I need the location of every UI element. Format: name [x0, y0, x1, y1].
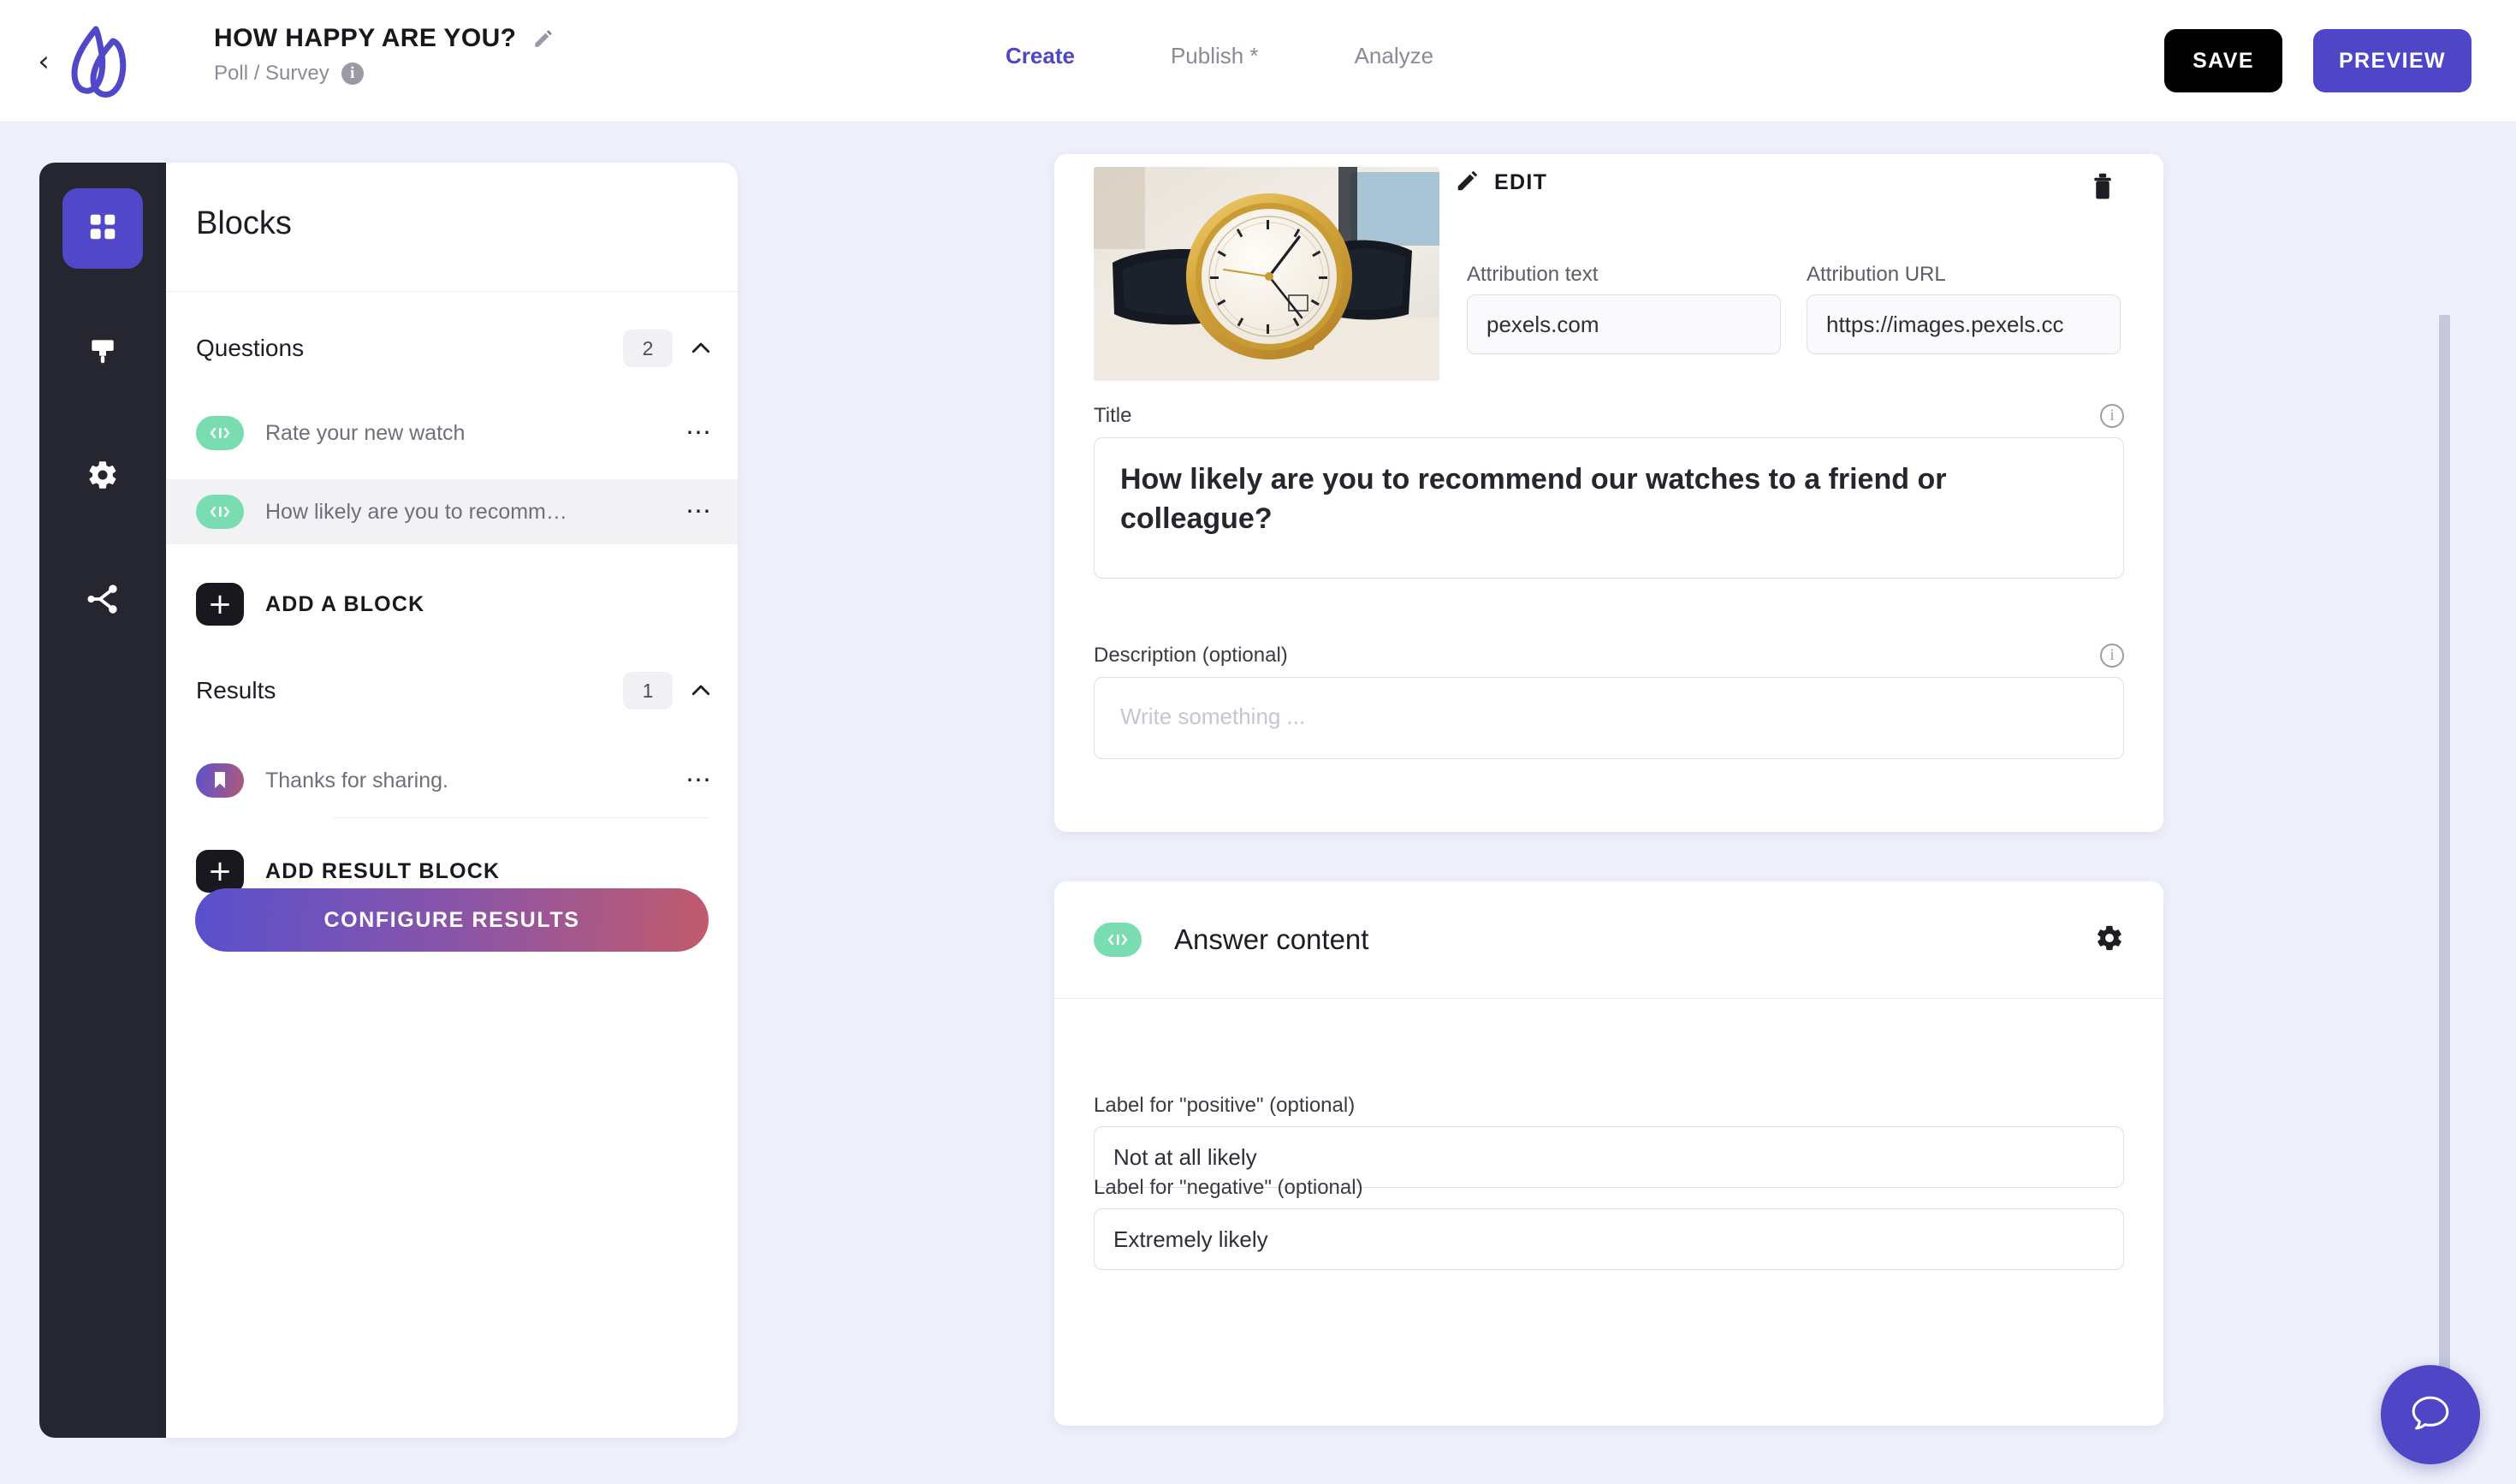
chevron-up-icon[interactable] [688, 335, 714, 361]
rail-item-design[interactable] [62, 312, 143, 393]
section-results-label: Results [196, 677, 276, 703]
block-item-rate-your-new-watch[interactable]: Rate your new watch ⋯ [166, 401, 738, 466]
brand-logo-icon[interactable] [60, 24, 145, 101]
question-image-thumbnail[interactable] [1094, 167, 1439, 381]
panel-title: Blocks [196, 205, 292, 241]
plus-icon: + [196, 850, 244, 893]
plus-icon: + [196, 583, 244, 626]
tab-publish[interactable]: Publish * [1171, 43, 1259, 69]
negative-field-wrap [1094, 1208, 2124, 1270]
share-branch-icon [86, 583, 119, 620]
section-questions-header[interactable]: Questions 2 [166, 317, 738, 380]
preview-button[interactable]: PREVIEW [2313, 29, 2471, 92]
description-input[interactable] [1094, 677, 2124, 759]
positive-label: Label for "positive" (optional) [1094, 1094, 1356, 1117]
attribution-url-label: Attribution URL [1807, 263, 1946, 286]
attribution-url-field-wrap [1807, 294, 2121, 354]
slider-range-icon [1094, 923, 1142, 957]
title-input[interactable] [1094, 437, 2124, 579]
block-item-label: How likely are you to recomm… [265, 499, 567, 524]
panel-divider [166, 291, 738, 292]
add-result-block-label: ADD RESULT BLOCK [265, 858, 501, 883]
slider-range-icon [196, 416, 244, 450]
rail-item-logic[interactable] [62, 561, 143, 641]
top-bar: ‹ HOW HAPPY ARE YOU? Poll / Survey i Cre… [0, 0, 2516, 122]
block-item-how-likely-are-you-to-recommend[interactable]: How likely are you to recomm… ⋯ [166, 479, 738, 544]
attribution-text-input[interactable] [1467, 294, 1781, 354]
doc-type-label: Poll / Survey [214, 62, 329, 85]
title-label: Title [1094, 404, 1132, 427]
slider-range-icon [196, 495, 244, 529]
section-questions-label: Questions [196, 335, 305, 361]
info-icon[interactable]: i [341, 62, 364, 85]
answer-content-title: Answer content [1174, 923, 1369, 955]
gear-icon[interactable] [2095, 923, 2124, 957]
grid-blocks-icon [86, 211, 119, 247]
header-actions: SAVE PREVIEW [2164, 29, 2471, 92]
more-dots-icon[interactable]: ⋯ [685, 420, 714, 446]
edit-image-label: EDIT [1494, 170, 1548, 194]
document-title-group: HOW HAPPY ARE YOU? Poll / Survey i [214, 24, 555, 86]
bookmark-icon [196, 763, 244, 798]
document-subtitle: Poll / Survey i [214, 62, 555, 86]
description-label-row: Description (optional) i [1094, 644, 2124, 668]
block-item-label: Rate your new watch [265, 420, 466, 445]
title-field-wrap [1094, 437, 2124, 579]
chevron-up-icon[interactable] [688, 678, 714, 703]
icon-rail [39, 163, 166, 1438]
negative-label: Label for "negative" (optional) [1094, 1176, 1363, 1199]
block-item-label: Thanks for sharing. [265, 768, 448, 792]
add-a-block-button[interactable]: + ADD A BLOCK [166, 572, 738, 637]
attribution-url-input[interactable] [1807, 294, 2121, 354]
attribution-text-field-wrap [1467, 294, 1781, 354]
paintbrush-icon [86, 335, 119, 371]
info-icon[interactable]: i [2100, 644, 2124, 668]
negative-label-input[interactable] [1094, 1208, 2124, 1270]
delete-image-button[interactable] [2088, 171, 2117, 206]
pencil-icon[interactable] [532, 27, 555, 50]
page-title: HOW HAPPY ARE YOU? [214, 24, 517, 52]
answer-content-header: Answer content [1054, 881, 2163, 999]
more-dots-icon[interactable]: ⋯ [685, 499, 714, 525]
gear-icon [86, 459, 119, 496]
questions-count-badge: 2 [623, 329, 673, 367]
tab-create[interactable]: Create [1006, 43, 1075, 69]
more-dots-icon[interactable]: ⋯ [685, 768, 714, 793]
pencil-icon [1455, 168, 1481, 198]
attribution-text-label: Attribution text [1467, 263, 1599, 286]
edit-image-button[interactable]: EDIT [1455, 168, 1547, 198]
chat-bubble-icon [2406, 1389, 2455, 1441]
blocks-panel: Blocks Questions 2 Rate your new watch ⋯ [166, 163, 738, 1438]
chat-support-button[interactable] [2381, 1365, 2480, 1464]
save-button[interactable]: SAVE [2164, 29, 2282, 92]
add-a-block-label: ADD A BLOCK [265, 591, 425, 616]
results-count-badge: 1 [623, 672, 673, 709]
back-chevron-icon[interactable]: ‹ [31, 47, 56, 76]
main-nav: Create Publish * Analyze [1006, 43, 1433, 69]
block-item-thanks-for-sharing[interactable]: Thanks for sharing. ⋯ [166, 748, 738, 813]
tab-analyze[interactable]: Analyze [1355, 43, 1434, 69]
info-icon[interactable]: i [2100, 404, 2124, 428]
description-label: Description (optional) [1094, 644, 1288, 667]
rail-item-blocks[interactable] [62, 188, 143, 269]
results-divider [334, 817, 709, 818]
title-label-row: Title i [1094, 404, 2124, 428]
rail-item-settings[interactable] [62, 436, 143, 517]
description-field-wrap [1094, 677, 2124, 759]
configure-results-button[interactable]: CONFIGURE RESULTS [195, 888, 709, 952]
section-results-header[interactable]: Results 1 [166, 659, 738, 722]
answer-content-card: Answer content Label for "positive" (opt… [1054, 881, 2163, 1426]
trash-icon [2088, 173, 2117, 205]
vertical-scrollbar[interactable] [2439, 315, 2450, 1445]
